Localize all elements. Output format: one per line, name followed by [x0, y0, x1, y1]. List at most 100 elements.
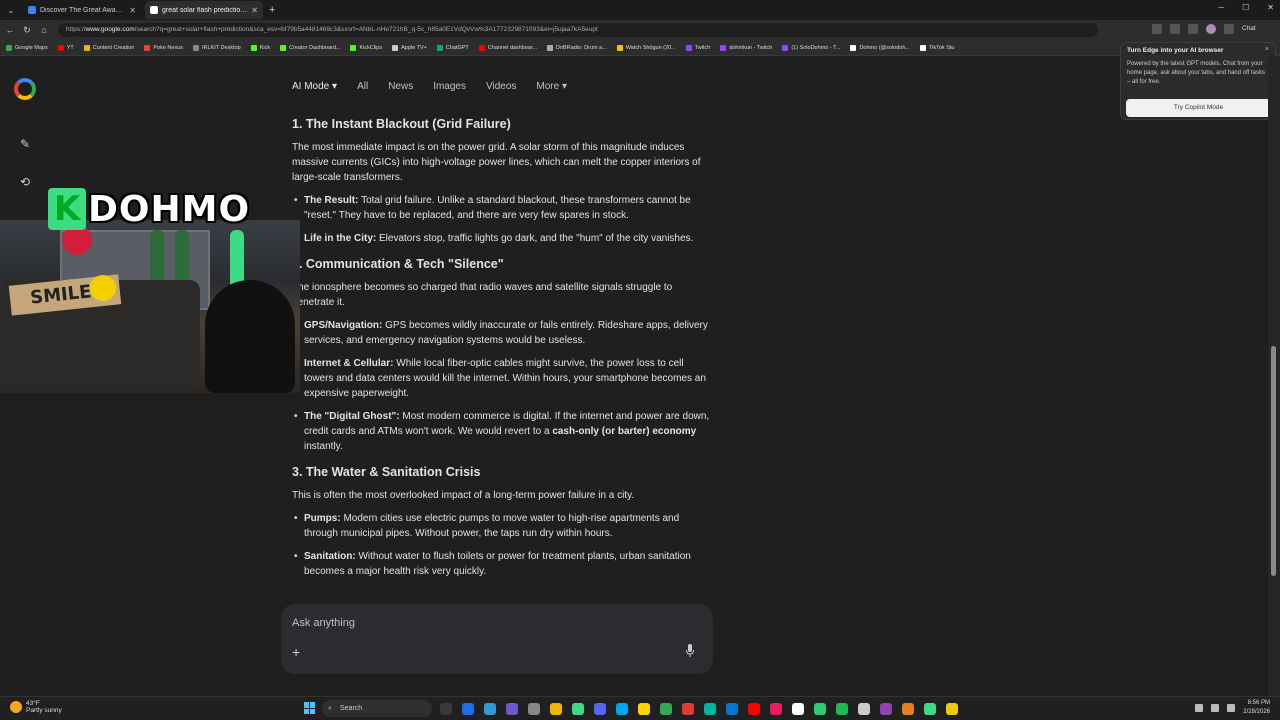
- bookmark-item[interactable]: DnBRadio: Drum a...: [547, 44, 607, 51]
- bookmark-item[interactable]: IRLKIT Desktop: [193, 44, 241, 51]
- close-tab-icon[interactable]: ✕: [129, 6, 136, 15]
- bookmark-item[interactable]: Creator Dashboard...: [280, 44, 340, 51]
- taskbar-app-icon[interactable]: [572, 703, 584, 715]
- taskbar-app-icon[interactable]: [484, 703, 496, 715]
- close-tab-icon[interactable]: ✕: [251, 6, 258, 15]
- kick-logo-icon: K: [48, 188, 86, 230]
- tab-news[interactable]: News: [388, 81, 413, 92]
- taskbar-app-icon[interactable]: [946, 703, 958, 715]
- taskbar-app-icon[interactable]: [748, 703, 760, 715]
- new-tab-button[interactable]: +: [269, 4, 275, 16]
- minimize-icon[interactable]: ─: [1218, 3, 1224, 12]
- tab-images[interactable]: Images: [433, 81, 466, 92]
- taskbar-app-icon[interactable]: [594, 703, 606, 715]
- taskbar: 43°F Partly sunny ⌕ Search 8:56 PM 2/28/…: [0, 696, 1280, 720]
- windows-start-icon[interactable]: [304, 702, 316, 714]
- taskbar-app-icon[interactable]: [726, 703, 738, 715]
- try-copilot-button[interactable]: Try Copilot Mode: [1126, 99, 1271, 117]
- copilot-chat-button[interactable]: Chat: [1242, 24, 1272, 34]
- network-icon[interactable]: [1211, 704, 1220, 712]
- bookmark-item[interactable]: Watch Shōgun (20...: [616, 44, 676, 51]
- bookmark-favicon-icon: [547, 44, 554, 51]
- tab-title: Discover The Great Awakening M...: [40, 6, 125, 14]
- new-chat-icon[interactable]: ✎: [18, 137, 32, 151]
- taskbar-search[interactable]: ⌕ Search: [322, 700, 432, 717]
- taskbar-app-icon[interactable]: [704, 703, 716, 715]
- extensions-icon[interactable]: [1170, 24, 1180, 34]
- taskbar-app-icon[interactable]: [814, 703, 826, 715]
- clock[interactable]: 8:56 PM 2/28/2026: [1243, 699, 1270, 717]
- taskbar-app-icon[interactable]: [836, 703, 848, 715]
- microphone-icon[interactable]: [685, 644, 695, 658]
- tab-all[interactable]: All: [357, 81, 368, 92]
- bookmark-item[interactable]: Content Creation: [83, 44, 134, 51]
- bookmark-item[interactable]: dohmkun - Twitch: [720, 44, 773, 51]
- bullet-list: The Result: Total grid failure. Unlike a…: [292, 193, 712, 246]
- profile-icon[interactable]: [1206, 24, 1216, 34]
- address-bar[interactable]: https://www.google.com/search?q=great+so…: [58, 23, 1098, 37]
- collections-icon[interactable]: [1188, 24, 1198, 34]
- taskbar-app-icon[interactable]: [462, 703, 474, 715]
- close-icon[interactable]: ×: [1265, 46, 1269, 53]
- list-item: The "Digital Ghost": Most modern commerc…: [292, 409, 712, 454]
- taskbar-app-icon[interactable]: [792, 703, 804, 715]
- volume-icon[interactable]: [1227, 704, 1236, 712]
- tab-videos[interactable]: Videos: [486, 81, 516, 92]
- bookmark-favicon-icon: [350, 44, 357, 51]
- bookmark-label: dohmkun - Twitch: [729, 44, 773, 51]
- tab-more[interactable]: More ▾: [536, 81, 567, 92]
- bookmark-favicon-icon: [850, 44, 857, 51]
- back-icon[interactable]: ←: [3, 25, 17, 35]
- taskbar-app-icon[interactable]: [858, 703, 870, 715]
- tab-discover[interactable]: Discover The Great Awakening M... ✕: [23, 1, 141, 19]
- bookmark-item[interactable]: (1) SoloDohmo - T...: [782, 44, 840, 51]
- bookmark-item[interactable]: Twitch: [685, 44, 710, 51]
- item-text: Modern cities use electric pumps to move…: [304, 513, 680, 539]
- chevron-up-icon[interactable]: [1195, 704, 1204, 712]
- refresh-icon[interactable]: ↻: [20, 25, 34, 36]
- bookmark-item[interactable]: TikTok Stu: [919, 44, 954, 51]
- ai-answer: 1. The Instant Blackout (Grid Failure) T…: [292, 112, 712, 609]
- bookmark-item[interactable]: ChatGPT: [436, 44, 469, 51]
- add-icon[interactable]: +: [292, 644, 300, 660]
- page-scrollbar[interactable]: [1268, 56, 1280, 696]
- taskbar-app-icon[interactable]: [682, 703, 694, 715]
- taskbar-app-icon[interactable]: [770, 703, 782, 715]
- taskbar-app-icon[interactable]: [902, 703, 914, 715]
- tab-google-search[interactable]: great solar flash prediction - Goog... ✕: [145, 1, 263, 19]
- home-icon[interactable]: ⌂: [37, 25, 51, 35]
- taskbar-app-icon[interactable]: [550, 703, 562, 715]
- google-logo-icon[interactable]: [14, 78, 36, 100]
- taskbar-app-icon[interactable]: [924, 703, 936, 715]
- close-window-icon[interactable]: ✕: [1267, 3, 1274, 12]
- bookmark-item[interactable]: YT: [57, 44, 74, 51]
- ask-input[interactable]: [292, 614, 672, 632]
- settings-icon[interactable]: [1224, 24, 1234, 34]
- list-item: Pumps: Modern cities use electric pumps …: [292, 511, 712, 541]
- weather-widget[interactable]: 43°F Partly sunny: [10, 700, 62, 714]
- taskbar-app-icon[interactable]: [440, 703, 452, 715]
- taskbar-app-icon[interactable]: [506, 703, 518, 715]
- bookmark-item[interactable]: Channel dashboar...: [478, 44, 537, 51]
- bookmark-item[interactable]: Google Maps: [6, 44, 48, 51]
- bookmark-item[interactable]: Dohmo (@solodoh...: [850, 44, 910, 51]
- bookmark-item[interactable]: Poke Nexus: [144, 44, 183, 51]
- tab-actions-icon[interactable]: ⌄: [3, 2, 19, 18]
- favorites-icon[interactable]: [1152, 24, 1162, 34]
- scrollbar-thumb[interactable]: [1271, 346, 1276, 576]
- bookmark-item[interactable]: Kick: [250, 44, 270, 51]
- taskbar-app-icon[interactable]: [660, 703, 672, 715]
- webcam-feed: SMILE!: [0, 220, 300, 393]
- bookmark-favicon-icon: [280, 44, 287, 51]
- bookmark-item[interactable]: Apple TV+: [392, 44, 427, 51]
- taskbar-app-icon[interactable]: [638, 703, 650, 715]
- maximize-icon[interactable]: ☐: [1242, 3, 1249, 12]
- taskbar-app-icon[interactable]: [616, 703, 628, 715]
- bookmark-item[interactable]: KickClips: [350, 44, 382, 51]
- bookmark-favicon-icon: [57, 44, 64, 51]
- tab-ai-mode[interactable]: AI Mode ▾: [292, 81, 337, 92]
- chevron-down-icon: ▾: [561, 81, 568, 92]
- bookmark-label: DnBRadio: Drum a...: [556, 44, 607, 51]
- taskbar-app-icon[interactable]: [880, 703, 892, 715]
- taskbar-app-icon[interactable]: [528, 703, 540, 715]
